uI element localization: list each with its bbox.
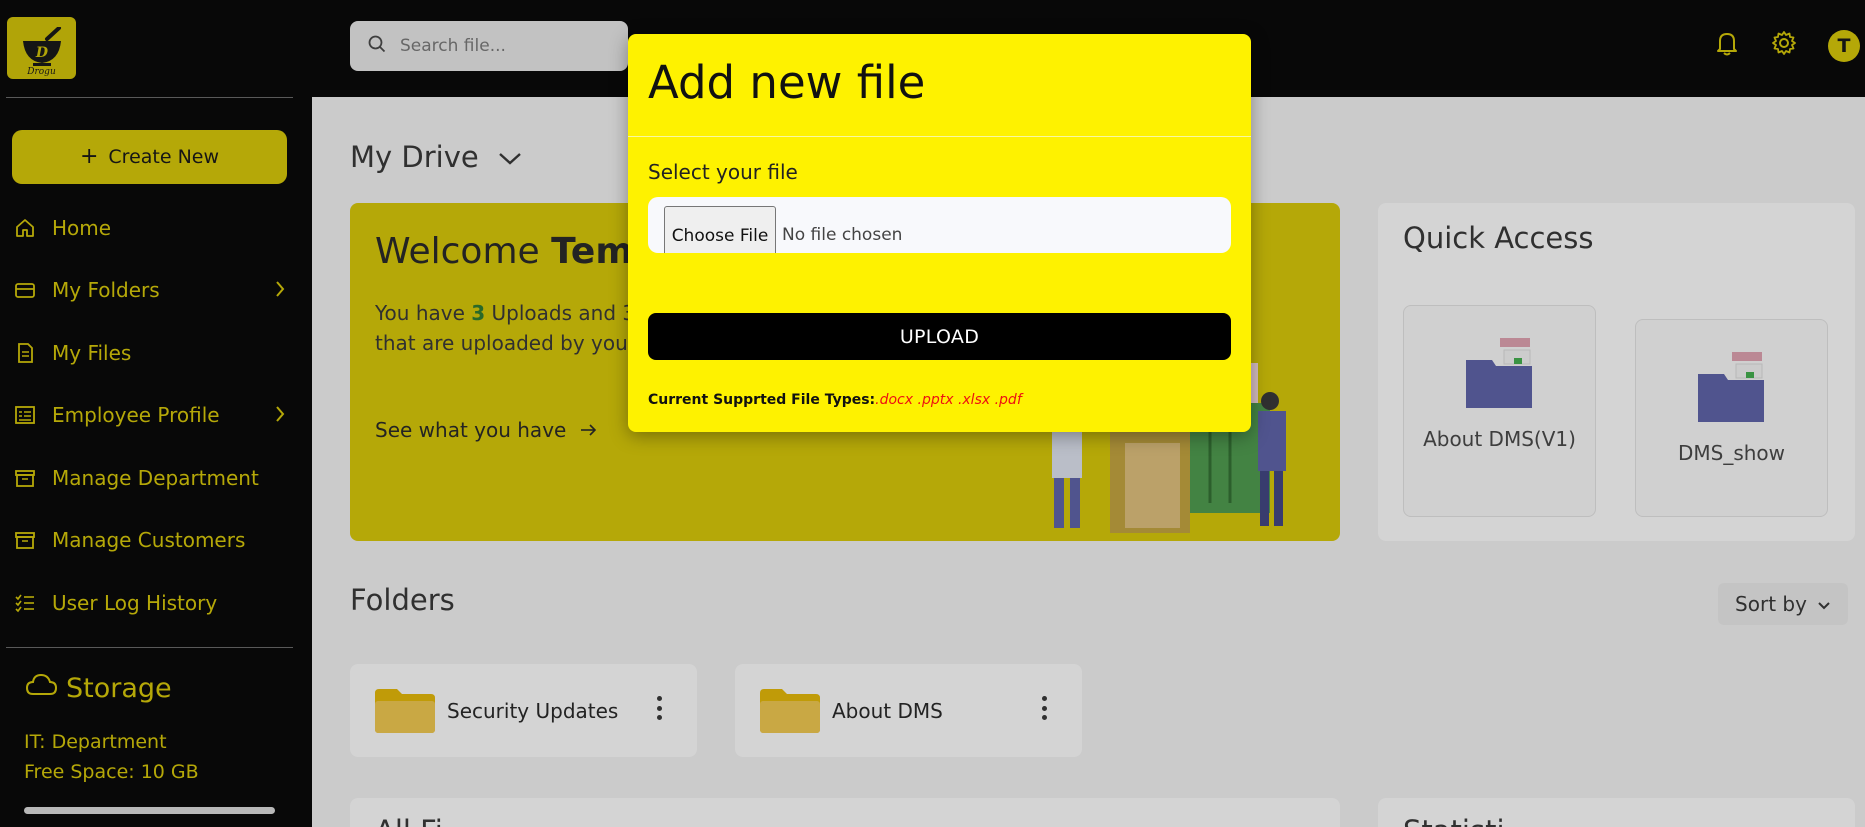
- upload-button[interactable]: UPLOAD: [648, 313, 1231, 360]
- select-file-label: Select your file: [648, 160, 798, 184]
- modal-divider: [628, 136, 1251, 137]
- modal-title: Add new file: [648, 56, 926, 109]
- file-input[interactable]: Choose File No file chosen: [648, 197, 1231, 253]
- file-types-value: .docx .pptx .xlsx .pdf: [875, 392, 1022, 408]
- no-file-chosen-text: No file chosen: [782, 225, 903, 245]
- supported-file-types: Current Supprted File Types:.docx .pptx …: [648, 392, 1022, 408]
- choose-file-button[interactable]: Choose File: [664, 206, 776, 253]
- add-file-modal: Add new file Select your file Choose Fil…: [628, 34, 1251, 432]
- file-types-label: Current Supprted File Types:: [648, 392, 876, 408]
